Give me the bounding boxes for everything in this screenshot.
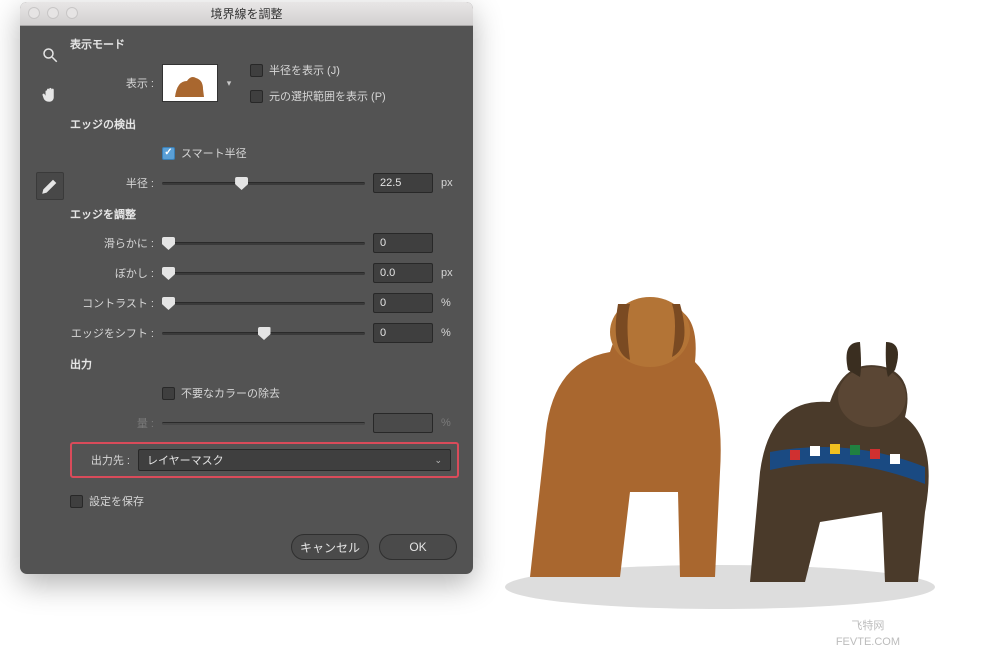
shift-label: エッジをシフト : — [70, 325, 162, 341]
amount-slider — [162, 415, 365, 431]
ok-button[interactable]: OK — [379, 534, 457, 560]
window-controls — [28, 7, 78, 19]
shift-unit: % — [441, 327, 459, 339]
preview-thumbnail[interactable] — [162, 64, 218, 102]
show-label: 表示 : — [70, 75, 162, 91]
remember-settings-checkbox[interactable] — [70, 495, 83, 508]
amount-label: 量 : — [70, 415, 162, 431]
feather-input[interactable]: 0.0 — [373, 263, 433, 283]
section-title-output: 出力 — [70, 356, 459, 372]
watermark-line1: 飞特网 — [836, 619, 900, 634]
titlebar: 境界線を調整 — [20, 2, 473, 26]
output-to-highlight: 出力先 : レイヤーマスク ⌄ — [70, 442, 459, 478]
radius-unit: px — [441, 177, 459, 189]
chevron-down-icon: ⌄ — [434, 455, 442, 466]
dialog-title: 境界線を調整 — [210, 7, 282, 21]
radius-label: 半径 : — [70, 175, 162, 191]
preview-dropdown-chevron-icon[interactable]: ▾ — [222, 64, 236, 102]
remember-settings-row[interactable]: 設定を保存 — [70, 493, 144, 509]
output-to-label: 出力先 : — [78, 452, 138, 468]
show-original-checkbox[interactable] — [250, 90, 263, 103]
feather-unit: px — [441, 267, 459, 279]
contrast-slider[interactable] — [162, 295, 365, 311]
zoom-tool-icon[interactable] — [39, 44, 61, 66]
decontaminate-label: 不要なカラーの除去 — [181, 385, 280, 401]
contrast-unit: % — [441, 297, 459, 309]
canvas-image — [470, 192, 970, 622]
watermark: 飞特网 FEVTE.COM — [836, 619, 900, 650]
dialog-footer: キャンセル OK — [20, 524, 473, 574]
remember-settings-label: 設定を保存 — [89, 493, 144, 509]
section-title-display-mode: 表示モード — [70, 36, 459, 52]
section-adjust-edge: エッジを調整 滑らかに : 0 ぼかし : — [70, 206, 459, 344]
show-radius-label: 半径を表示 (J) — [269, 62, 340, 78]
hand-tool-icon[interactable] — [39, 84, 61, 106]
contrast-input[interactable]: 0 — [373, 293, 433, 313]
smart-radius-label: スマート半径 — [181, 145, 247, 161]
section-title-adjust-edge: エッジを調整 — [70, 206, 459, 222]
show-original-label: 元の選択範囲を表示 (P) — [269, 88, 386, 104]
show-original-checkbox-row[interactable]: 元の選択範囲を表示 (P) — [250, 88, 386, 104]
tool-column — [30, 36, 70, 514]
amount-input — [373, 413, 433, 433]
radius-input[interactable]: 22.5 — [373, 173, 433, 193]
section-output: 出力 不要なカラーの除去 量 : — [70, 356, 459, 478]
decontaminate-checkbox[interactable] — [162, 387, 175, 400]
output-to-select[interactable]: レイヤーマスク ⌄ — [138, 449, 451, 471]
show-radius-checkbox[interactable] — [250, 64, 263, 77]
refine-brush-tool-icon[interactable] — [36, 172, 64, 200]
cancel-button[interactable]: キャンセル — [291, 534, 369, 560]
section-title-edge-detection: エッジの検出 — [70, 116, 459, 132]
smooth-slider[interactable] — [162, 235, 365, 251]
smooth-input[interactable]: 0 — [373, 233, 433, 253]
feather-label: ぼかし : — [70, 265, 162, 281]
shift-slider[interactable] — [162, 325, 365, 341]
decontaminate-checkbox-row[interactable]: 不要なカラーの除去 — [162, 385, 280, 401]
section-display-mode: 表示モード 表示 : ▾ — [70, 36, 459, 104]
smooth-label: 滑らかに : — [70, 235, 162, 251]
amount-unit: % — [441, 417, 459, 429]
zoom-dot[interactable] — [66, 7, 78, 19]
watermark-line2: FEVTE.COM — [836, 635, 900, 650]
close-dot[interactable] — [28, 7, 40, 19]
output-to-value: レイヤーマスク — [147, 452, 224, 468]
feather-slider[interactable] — [162, 265, 365, 281]
radius-slider[interactable] — [162, 175, 365, 191]
show-radius-checkbox-row[interactable]: 半径を表示 (J) — [250, 62, 386, 78]
minimize-dot[interactable] — [47, 7, 59, 19]
refine-edge-dialog: 境界線を調整 表示モード 表示 : — [20, 2, 473, 574]
smart-radius-checkbox-row[interactable]: スマート半径 — [162, 145, 247, 161]
contrast-label: コントラスト : — [70, 295, 162, 311]
smart-radius-checkbox[interactable] — [162, 147, 175, 160]
section-edge-detection: エッジの検出 スマート半径 半径 : — [70, 116, 459, 194]
shift-input[interactable]: 0 — [373, 323, 433, 343]
